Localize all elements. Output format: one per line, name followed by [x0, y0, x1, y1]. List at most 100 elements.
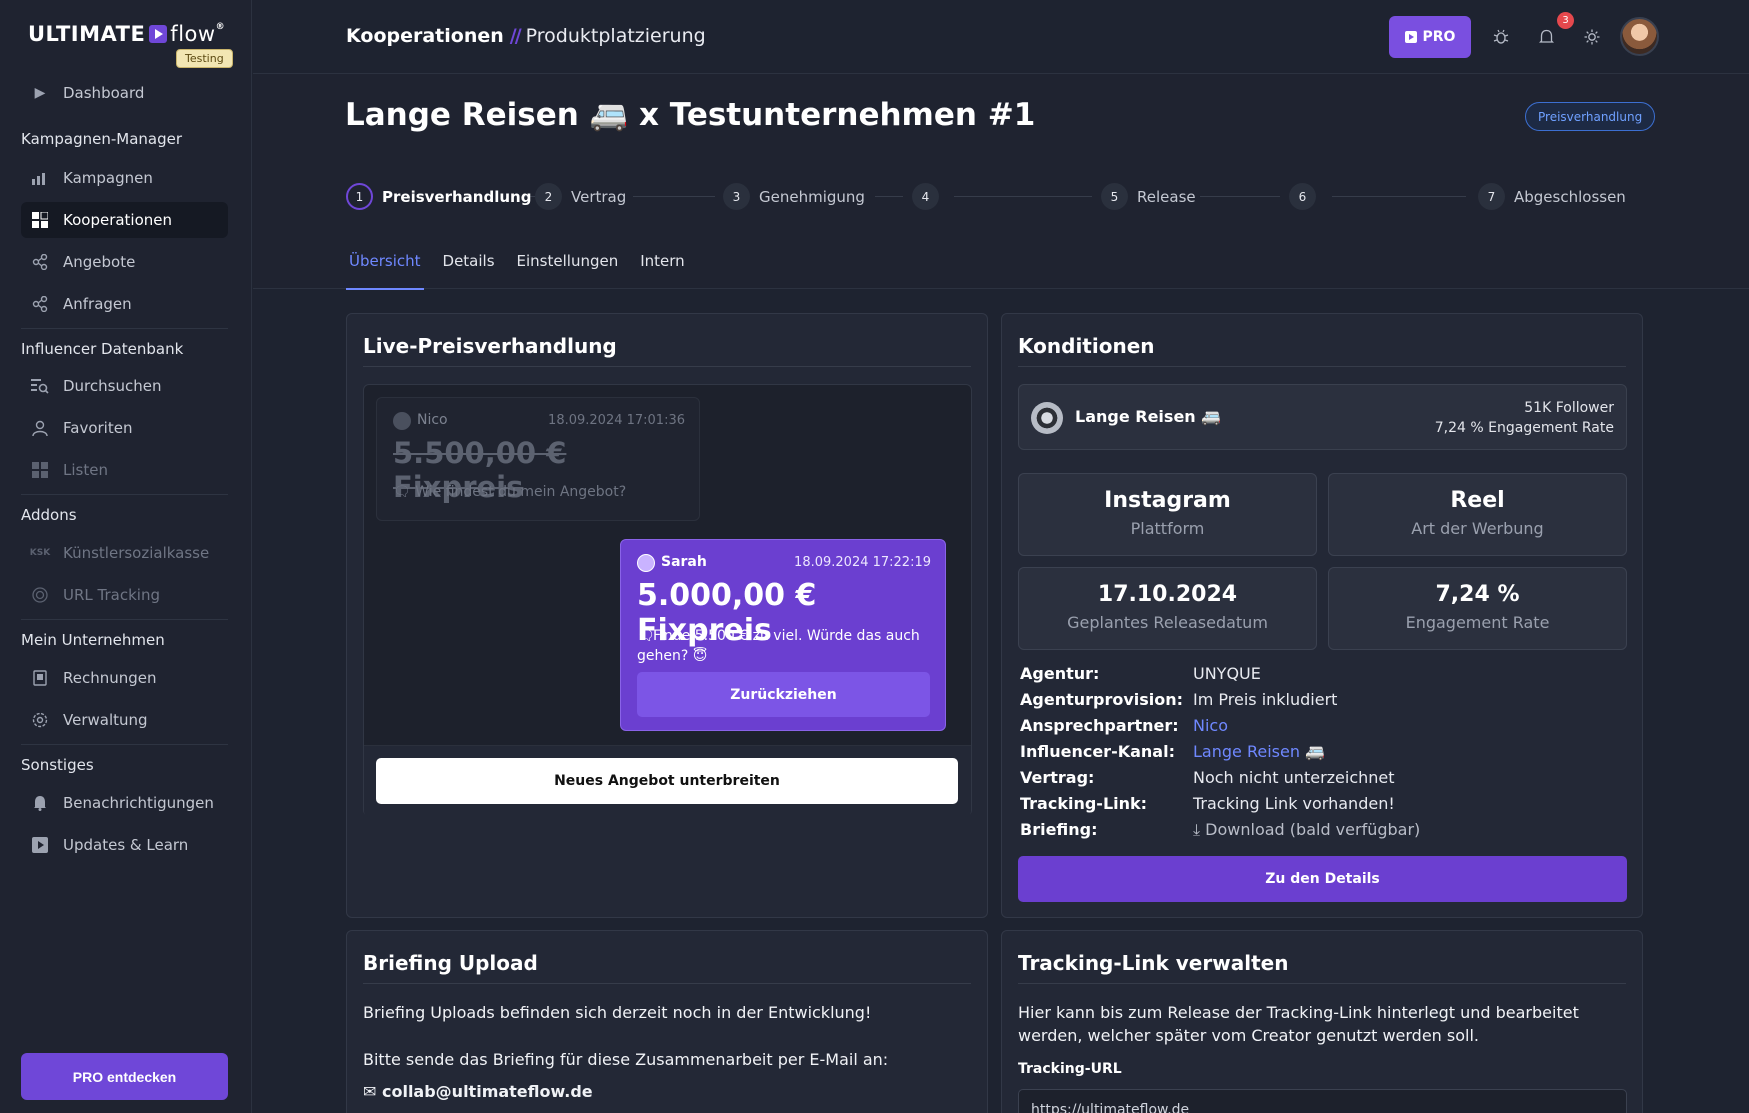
influencer-name: Lange Reisen 🚐 — [1075, 407, 1222, 426]
tile-platform: Instagram Plattform — [1018, 473, 1317, 556]
play-icon — [1404, 31, 1417, 43]
step-abgeschlossen[interactable]: 7 Abgeschlossen — [1478, 183, 1626, 210]
step-6[interactable]: 6 — [1289, 183, 1325, 210]
sidebar-item-rechnungen[interactable]: Rechnungen — [21, 660, 228, 696]
pro-button[interactable]: PRO — [1389, 16, 1471, 58]
step-connector — [1332, 196, 1466, 197]
sidebar-item-label: Durchsuchen — [63, 377, 162, 395]
play-square-icon — [31, 836, 49, 854]
offer-comment: 🗨Finde 5.500 € zu viel. Würde das auch g… — [637, 626, 929, 666]
sidebar-item-favoriten[interactable]: Favoriten — [21, 410, 228, 446]
step-connector — [954, 196, 1092, 197]
sidebar-item-listen[interactable]: Listen — [21, 452, 228, 488]
step-genehmigung[interactable]: 3 Genehmigung — [723, 183, 865, 210]
sidebar-item-label: Verwaltung — [63, 711, 148, 729]
offer-author: Nico — [417, 412, 448, 428]
offer-message-current: Sarah 18.09.2024 17:22:19 5.000,00 € Fix… — [620, 539, 946, 731]
offer-author: Sarah — [661, 554, 707, 570]
section-addons: Addons — [21, 506, 77, 524]
sidebar: ULTIMATE flow® Testing ▶ Dashboard Kampag… — [0, 0, 252, 1113]
sidebar-item-label: Updates & Learn — [63, 836, 189, 854]
field-key-ansprechpartner: Ansprechpartner: — [1020, 716, 1179, 735]
tab-einstellungen[interactable]: Einstellungen — [514, 248, 622, 290]
negotiation-card: Live-Preisverhandlung Nico 18.09.2024 17… — [346, 313, 988, 918]
field-value-tracking-link: Tracking Link vorhanden! — [1193, 794, 1395, 813]
sidebar-item-dashboard[interactable]: ▶ Dashboard — [21, 75, 228, 111]
step-preisverhandlung[interactable]: 1 Preisverhandlung — [346, 183, 531, 210]
breadcrumb-kooperationen[interactable]: Kooperationen — [346, 25, 504, 47]
ksk-icon: KSK — [29, 548, 51, 558]
sidebar-item-label: Dashboard — [63, 84, 145, 102]
play-icon: ▶ — [34, 85, 46, 101]
details-button[interactable]: Zu den Details — [1018, 856, 1627, 902]
share-icon — [31, 253, 49, 271]
divider — [21, 619, 228, 620]
tab-uebersicht[interactable]: Übersicht — [346, 248, 424, 290]
tile-value: Reel — [1450, 488, 1505, 513]
bell-icon — [31, 794, 49, 812]
divider — [1018, 983, 1626, 984]
influencer-summary[interactable]: Lange Reisen 🚐 51K Follower 7,24 % Engag… — [1018, 384, 1627, 450]
sidebar-item-verwaltung[interactable]: Verwaltung — [21, 702, 228, 738]
conditions-card: Konditionen Lange Reisen 🚐 51K Follower … — [1001, 313, 1643, 918]
field-key-briefing: Briefing: — [1020, 820, 1098, 839]
sidebar-item-kampagnen[interactable]: Kampagnen — [21, 160, 228, 196]
field-key-influencer-kanal: Influencer-Kanal: — [1020, 742, 1175, 761]
sidebar-item-updates[interactable]: Updates & Learn — [21, 827, 228, 863]
sidebar-item-label: Benachrichtigungen — [63, 794, 214, 812]
step-number: 2 — [535, 183, 562, 210]
field-key-vertrag: Vertrag: — [1020, 768, 1095, 787]
offer-comment-text: Wie findest du mein Angebot? — [415, 484, 627, 500]
step-release[interactable]: 5 Release — [1101, 183, 1196, 210]
briefing-download[interactable]: ⤓ Download (bald verfügbar) — [1193, 820, 1420, 840]
briefing-email-link[interactable]: ✉ collab@ultimateflow.de — [363, 1080, 593, 1103]
avatar — [393, 412, 411, 430]
bug-icon[interactable] — [1490, 26, 1512, 48]
pro-discover-button[interactable]: PRO entdecken — [21, 1053, 228, 1100]
tile-label: Geplantes Releasedatum — [1067, 613, 1268, 632]
tile-label: Art der Werbung — [1411, 519, 1544, 538]
share-icon — [31, 295, 49, 313]
tab-intern[interactable]: Intern — [637, 248, 687, 290]
negotiation-chat: Nico 18.09.2024 17:01:36 5.500,00 € Fixp… — [363, 384, 972, 817]
offer-date: 18.09.2024 17:01:36 — [548, 413, 685, 428]
card-title: Briefing Upload — [363, 951, 538, 975]
influencer-channel-link[interactable]: Lange Reisen 🚐 — [1193, 742, 1325, 761]
negotiation-footer: Neues Angebot unterbreiten — [364, 745, 971, 817]
breadcrumb-separator: // — [509, 25, 522, 47]
bell-icon[interactable] — [1535, 26, 1557, 48]
step-connector — [633, 196, 715, 197]
status-badge: Preisverhandlung — [1525, 102, 1656, 131]
logo[interactable]: ULTIMATE flow® Testing — [28, 22, 233, 70]
divider — [21, 744, 228, 745]
contact-link[interactable]: Nico — [1193, 716, 1228, 735]
notification-badge: 3 — [1557, 12, 1574, 29]
sidebar-item-label: Künstlersozialkasse — [63, 544, 210, 562]
sidebar-item-angebote[interactable]: Angebote — [21, 244, 228, 280]
step-label: Vertrag — [571, 187, 627, 206]
new-offer-button[interactable]: Neues Angebot unterbreiten — [376, 758, 958, 804]
sidebar-item-kuenstlersozialkasse[interactable]: KSK Künstlersozialkasse — [21, 535, 228, 571]
briefing-info: Briefing Uploads befinden sich derzeit n… — [363, 1003, 872, 1022]
sidebar-item-kooperationen[interactable]: Kooperationen — [21, 202, 228, 238]
section-influencer-datenbank: Influencer Datenbank — [21, 340, 184, 358]
withdraw-button[interactable]: Zurückziehen — [637, 672, 930, 717]
sidebar-item-benachrichtigungen[interactable]: Benachrichtigungen — [21, 785, 228, 821]
sidebar-item-label: Anfragen — [63, 295, 132, 313]
step-vertrag[interactable]: 2 Vertrag — [535, 183, 626, 210]
sidebar-item-anfragen[interactable]: Anfragen — [21, 286, 228, 322]
field-value-agentur: UNYQUE — [1193, 664, 1261, 683]
tracking-url-input[interactable]: https://ultimateflow.de — [1018, 1089, 1627, 1113]
sidebar-item-url-tracking[interactable]: URL Tracking — [21, 577, 228, 613]
sidebar-item-durchsuchen[interactable]: Durchsuchen — [21, 368, 228, 404]
play-icon — [149, 25, 168, 43]
chat-bubble-icon: 🗨 — [393, 484, 411, 500]
sun-icon[interactable] — [1581, 26, 1603, 48]
sidebar-item-label: URL Tracking — [63, 586, 160, 604]
tile-label: Engagement Rate — [1405, 613, 1550, 632]
user-avatar[interactable] — [1620, 17, 1659, 56]
step-4[interactable]: 4 — [912, 183, 948, 210]
tile-ad-type: Reel Art der Werbung — [1328, 473, 1627, 556]
tab-details[interactable]: Details — [440, 248, 498, 290]
target-icon — [31, 586, 49, 604]
